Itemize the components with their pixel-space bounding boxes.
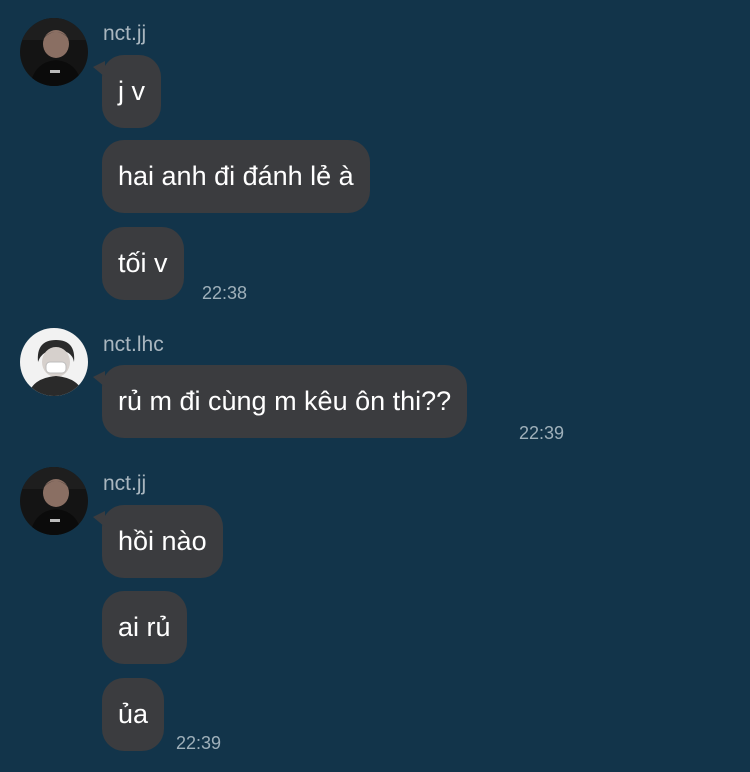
sender-avatar[interactable] <box>20 328 88 396</box>
sender-avatar[interactable] <box>20 18 88 86</box>
avatar-image <box>20 18 88 86</box>
message-bubble[interactable]: hai anh đi đánh lẻ à <box>102 140 370 213</box>
message-bubble[interactable]: j v <box>93 55 161 128</box>
sender-avatar[interactable] <box>20 467 88 535</box>
message-bubble[interactable]: rủ m đi cùng m kêu ôn thi?? <box>92 365 468 438</box>
message-timestamp: 22:39 <box>519 423 565 443</box>
sender-name[interactable]: nct.lhc <box>103 333 164 357</box>
message-timestamp: 22:39 <box>176 733 222 753</box>
message-bubble[interactable]: hồi nào <box>93 505 223 578</box>
message-timestamp: 22:38 <box>202 283 248 303</box>
avatar-image <box>20 467 88 535</box>
message-bubble[interactable]: ai rủ <box>102 591 187 664</box>
avatar-image <box>20 328 88 396</box>
sender-name[interactable]: nct.jj <box>103 472 146 496</box>
message-bubble[interactable]: tối v <box>102 227 184 300</box>
sender-name[interactable]: nct.jj <box>103 22 146 46</box>
message-bubble[interactable]: ủa <box>102 678 165 751</box>
